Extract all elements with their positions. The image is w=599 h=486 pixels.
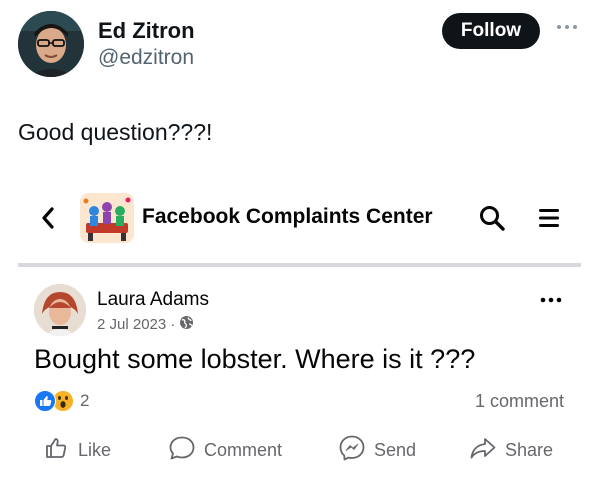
comment-bubble-icon: [168, 435, 196, 466]
poster-avatar[interactable]: [34, 284, 86, 336]
post-text: Bought some lobster. Where is it ???: [34, 344, 476, 374]
share-button[interactable]: Share: [469, 432, 553, 468]
like-button[interactable]: Like: [44, 432, 111, 468]
back-chevron-icon[interactable]: [38, 204, 58, 232]
author-handle[interactable]: @edzitron: [98, 46, 194, 70]
comment-count[interactable]: 1 comment: [475, 391, 564, 412]
send-button[interactable]: Send: [338, 432, 416, 468]
author-avatar[interactable]: [18, 11, 84, 77]
messenger-icon: [338, 434, 366, 467]
reactions-summary[interactable]: 2: [34, 389, 89, 413]
share-label: Share: [505, 439, 554, 460]
like-label: Like: [78, 439, 112, 460]
group-name[interactable]: Facebook Complaints Center: [142, 205, 433, 229]
like-reaction-icon: [34, 390, 56, 412]
comment-button[interactable]: Comment: [168, 432, 282, 468]
thumbs-up-icon: [44, 435, 70, 466]
more-options-icon[interactable]: [554, 20, 580, 34]
globe-icon: [179, 315, 194, 334]
post-options-icon[interactable]: [538, 292, 564, 303]
poster-name[interactable]: Laura Adams: [97, 289, 209, 311]
reaction-count: 2: [80, 391, 90, 410]
post-date[interactable]: 2 Jul 2023 ·: [97, 316, 175, 333]
share-arrow-icon: [469, 435, 497, 466]
author-name[interactable]: Ed Zitron: [98, 18, 195, 44]
menu-icon[interactable]: [538, 206, 560, 230]
comment-label: Comment: [204, 439, 283, 460]
group-cover-image[interactable]: [80, 193, 134, 243]
tweet-text: Good question???!: [18, 119, 213, 145]
post-meta: 2 Jul 2023 ·: [97, 315, 194, 334]
search-icon[interactable]: [478, 204, 506, 232]
post-action-bar: Like Comment Send Share: [0, 432, 599, 468]
follow-button[interactable]: Follow: [442, 13, 540, 49]
send-label: Send: [374, 439, 417, 460]
divider: [18, 263, 581, 267]
